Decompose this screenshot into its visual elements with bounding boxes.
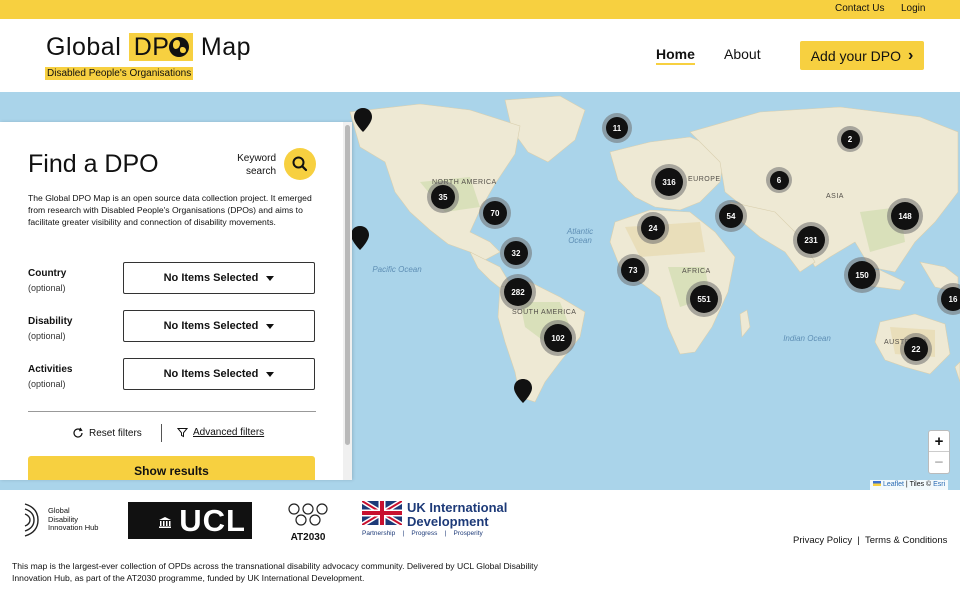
map-attribution: Leaflet | Tiles © Esri xyxy=(870,480,949,490)
show-results-button[interactable]: Show results xyxy=(28,456,315,480)
keyword-search-label: Keyword search xyxy=(237,153,276,177)
cluster-marker[interactable]: 35 xyxy=(427,181,459,213)
caret-down-icon xyxy=(266,371,275,377)
activities-label: Activities xyxy=(28,364,73,375)
leaflet-link[interactable]: Leaflet xyxy=(883,481,904,488)
cluster-marker[interactable]: 102 xyxy=(540,320,576,356)
panel-scrollbar-thumb[interactable] xyxy=(345,125,350,445)
caret-down-icon xyxy=(266,323,275,329)
filter-actions-separator xyxy=(161,424,162,442)
footer-links: Privacy Policy | Terms & Conditions xyxy=(793,535,947,546)
portico-icon xyxy=(159,517,171,528)
logo-word-global: Global xyxy=(46,33,122,61)
cluster-marker[interactable]: 2 xyxy=(837,126,863,152)
africa-label: AFRICA xyxy=(682,268,711,275)
activities-select[interactable]: No Items Selected xyxy=(123,358,315,390)
map-pin-icon[interactable] xyxy=(354,108,372,132)
site-header: Global DP Map Disabled People's Organisa… xyxy=(0,19,960,92)
login-link[interactable]: Login xyxy=(901,3,925,14)
zoom-control: + − xyxy=(928,430,950,474)
reset-filters-button[interactable]: Reset filters xyxy=(72,427,142,439)
country-select-value: No Items Selected xyxy=(163,272,259,284)
ukid-tagline: Partnership | Progress | Prosperity xyxy=(362,530,483,537)
logo-word-map: Map xyxy=(200,33,252,61)
europe-label: EUROPE xyxy=(688,176,721,183)
filters-divider xyxy=(28,411,316,412)
gdih-name: Global Disability Innovation Hub xyxy=(48,506,99,533)
search-icon xyxy=(292,156,308,172)
zoom-in-button[interactable]: + xyxy=(929,431,949,452)
cluster-marker[interactable]: 231 xyxy=(793,222,829,258)
ucl-wordmark: UCL xyxy=(179,502,246,538)
cluster-marker[interactable]: 22 xyxy=(900,333,932,365)
activities-select-value: No Items Selected xyxy=(163,368,259,380)
cluster-marker[interactable]: 551 xyxy=(686,281,722,317)
contact-us-link[interactable]: Contact Us xyxy=(835,3,884,14)
disability-label: Disability xyxy=(28,316,73,327)
country-select[interactable]: No Items Selected xyxy=(123,262,315,294)
site-logo[interactable]: Global DP Map xyxy=(46,33,251,62)
chevron-right-icon: › xyxy=(907,46,914,64)
map-pin-icon[interactable] xyxy=(351,226,369,250)
cluster-marker[interactable]: 70 xyxy=(479,197,511,229)
top-bar: Contact Us Login xyxy=(0,0,960,19)
at2030-wordmark: AT2030 xyxy=(290,532,326,543)
globe-icon xyxy=(169,37,190,57)
footer-description: This map is the largest-ever collection … xyxy=(12,561,538,583)
panel-description: The Global DPO Map is an open source dat… xyxy=(28,193,312,227)
add-your-dpo-button[interactable]: Add your DPO › xyxy=(800,41,924,70)
find-dpo-panel: Find a DPO Keyword search The Global DPO… xyxy=(0,122,352,480)
cluster-marker[interactable]: 73 xyxy=(617,254,649,286)
map-pin-icon[interactable] xyxy=(514,379,532,403)
disability-select[interactable]: No Items Selected xyxy=(123,310,315,342)
ukraine-flag-icon xyxy=(873,481,881,486)
south-america-label: SOUTH AMERICA xyxy=(512,309,577,316)
cluster-marker[interactable]: 150 xyxy=(844,257,880,293)
zoom-out-button[interactable]: − xyxy=(929,452,949,473)
ucl-logo[interactable]: UCL xyxy=(128,502,252,539)
refresh-icon xyxy=(73,427,83,438)
pacific-ocean-label: Pacific Ocean xyxy=(372,265,422,274)
add-your-dpo-label: Add your DPO xyxy=(810,47,901,64)
reset-filters-label: Reset filters xyxy=(89,427,142,439)
gdih-mark-icon xyxy=(24,503,39,537)
caret-down-icon xyxy=(266,275,275,281)
disability-select-value: No Items Selected xyxy=(163,320,259,332)
country-optional: (optional) xyxy=(28,283,66,293)
advanced-filters-link[interactable]: Advanced filters xyxy=(177,427,264,438)
cluster-marker[interactable]: 11 xyxy=(602,113,632,143)
uk-international-development-logo[interactable]: UK International Development Partnership… xyxy=(360,498,507,537)
footer-link-separator: | xyxy=(857,535,860,546)
cluster-marker[interactable]: 24 xyxy=(637,212,669,244)
logo-subtitle: Disabled People's Organisations xyxy=(45,67,194,80)
gdih-logo[interactable]: Global Disability Innovation Hub xyxy=(22,502,100,538)
cluster-marker[interactable]: 54 xyxy=(715,200,747,232)
privacy-policy-link[interactable]: Privacy Policy xyxy=(793,535,852,546)
country-label: Country xyxy=(28,268,67,279)
cluster-marker[interactable]: 316 xyxy=(651,164,687,200)
at2030-logo[interactable]: AT2030 xyxy=(285,502,331,543)
asia-label: ASIA xyxy=(826,193,844,200)
advanced-filters-label: Advanced filters xyxy=(193,427,265,438)
site-footer: Global Disability Innovation Hub UCL AT2… xyxy=(0,490,960,596)
logo-dpo-badge: DP xyxy=(128,33,194,61)
nav-about[interactable]: About xyxy=(724,46,761,62)
activities-optional: (optional) xyxy=(28,379,66,389)
disability-optional: (optional) xyxy=(28,331,66,341)
atlantic-ocean-label: Atlantic Ocean xyxy=(566,227,594,245)
esri-link[interactable]: Esri xyxy=(933,481,945,488)
panel-title: Find a DPO xyxy=(28,150,159,178)
cluster-marker[interactable]: 282 xyxy=(500,274,536,310)
cluster-marker[interactable]: 6 xyxy=(766,167,792,193)
terms-link[interactable]: Terms & Conditions xyxy=(865,535,947,546)
ukid-title: UK International Development xyxy=(407,500,508,529)
indian-ocean-label: Indian Ocean xyxy=(783,334,831,343)
union-flag-icon xyxy=(360,498,404,528)
keyword-search-button[interactable] xyxy=(284,148,316,180)
cluster-marker[interactable]: 32 xyxy=(500,237,532,269)
at2030-icons xyxy=(288,503,328,526)
cluster-marker[interactable]: 148 xyxy=(887,198,923,234)
filter-funnel-icon xyxy=(177,428,188,438)
nav-home[interactable]: Home xyxy=(656,46,695,65)
